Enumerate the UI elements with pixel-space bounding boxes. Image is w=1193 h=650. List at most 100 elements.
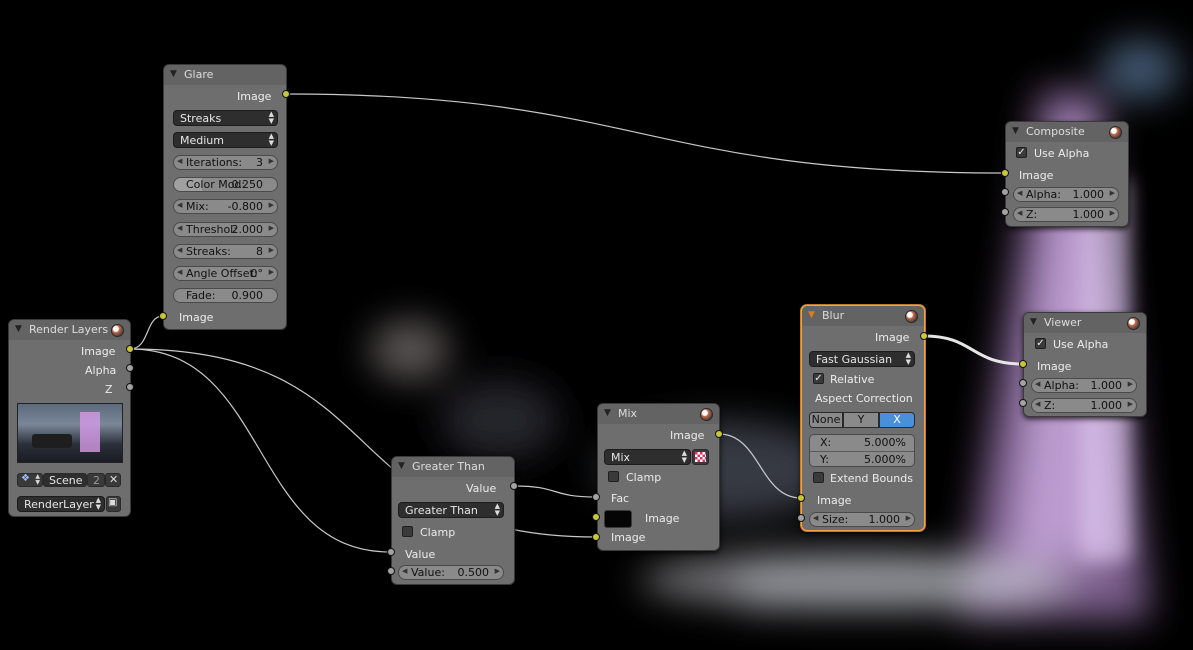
- composite-node[interactable]: ▼ Composite ✓ Use Alpha Image ◀ Alpha: 1…: [1005, 121, 1129, 227]
- blur-size-field[interactable]: ◀ Size: 1.000 ▶: [809, 512, 915, 527]
- collapse-triangle-icon[interactable]: ▼: [808, 310, 815, 320]
- viewer-node-header[interactable]: ▼ Viewer: [1024, 313, 1146, 333]
- relative-checkbox[interactable]: ✓: [813, 373, 824, 384]
- blur-size-socket[interactable]: [797, 514, 805, 522]
- collapse-triangle-icon[interactable]: ▼: [604, 408, 611, 418]
- mix-image2-socket[interactable]: [592, 533, 600, 541]
- greater-value2-socket[interactable]: [387, 567, 395, 575]
- viewer-z-socket[interactable]: [1019, 399, 1027, 407]
- alpha-field[interactable]: ◀ Alpha: 1.000 ▶: [1031, 378, 1137, 393]
- arrow-left-icon[interactable]: ◀: [177, 224, 182, 232]
- viewer-node[interactable]: ▼ Viewer ✓ Use Alpha Image ◀ Alpha: 1.00…: [1023, 312, 1147, 417]
- render-image-socket[interactable]: [126, 345, 134, 353]
- fade-slider[interactable]: Fade: 0.900: [173, 288, 278, 303]
- composite-image-socket[interactable]: [1001, 169, 1009, 177]
- blend-mode-select[interactable]: Mix ▲ ▼: [604, 449, 691, 465]
- blur-node-header[interactable]: ▼ Blur: [802, 306, 924, 326]
- clamp-checkbox[interactable]: [402, 526, 413, 537]
- greater-value-socket[interactable]: [387, 548, 395, 556]
- glare-quality-select[interactable]: Medium ▲ ▼: [173, 132, 278, 148]
- streaks-field[interactable]: ◀ Streaks: 8 ▶: [173, 244, 278, 259]
- glare-input-socket[interactable]: [159, 312, 167, 320]
- arrow-right-icon[interactable]: ▶: [1128, 380, 1133, 388]
- arrow-left-icon[interactable]: ◀: [1035, 380, 1040, 388]
- blur-filter-select[interactable]: Fast Gaussian ▲ ▼: [809, 351, 915, 367]
- render-z-socket[interactable]: [126, 383, 134, 391]
- render-icon[interactable]: [111, 324, 124, 337]
- arrow-left-icon[interactable]: ◀: [1017, 189, 1022, 197]
- arrow-right-icon[interactable]: ▶: [269, 157, 274, 165]
- greater-output-socket[interactable]: [510, 482, 518, 490]
- render-icon[interactable]: [700, 408, 713, 421]
- arrow-right-icon[interactable]: ▶: [1128, 400, 1133, 408]
- composite-z-socket[interactable]: [1001, 208, 1009, 216]
- render-layers-node-header[interactable]: ▼ Render Layers: [9, 320, 130, 340]
- arrow-right-icon[interactable]: ▶: [1110, 209, 1115, 217]
- render-alpha-socket[interactable]: [126, 364, 134, 372]
- arrow-right-icon[interactable]: ▶: [906, 514, 911, 522]
- viewer-alpha-socket[interactable]: [1019, 379, 1027, 387]
- collapse-triangle-icon[interactable]: ▼: [15, 324, 22, 334]
- mix-field[interactable]: ◀ Mix: -0.800 ▶: [173, 199, 278, 214]
- iterations-field[interactable]: ◀ Iterations: 3 ▶: [173, 155, 278, 170]
- blur-node[interactable]: ▼ Blur Image Fast Gaussian ▲ ▼ ✓ Relative…: [801, 305, 925, 531]
- arrow-right-icon[interactable]: ▶: [269, 268, 274, 276]
- aspect-none-button[interactable]: None: [809, 412, 843, 428]
- scene-browse-button[interactable]: ❖ ▲ ▼: [17, 473, 43, 487]
- viewer-image-socket[interactable]: [1019, 360, 1027, 368]
- mix-image1-socket[interactable]: [592, 513, 600, 521]
- glare-node-header[interactable]: ▼ Glare: [164, 65, 286, 85]
- arrow-left-icon[interactable]: ◀: [177, 201, 182, 209]
- glare-output-socket[interactable]: [282, 90, 290, 98]
- arrow-left-icon[interactable]: ◀: [402, 567, 407, 575]
- math-operation-select[interactable]: Greater Than ▲ ▼: [398, 502, 504, 518]
- size-y-field[interactable]: Y: 5.000%: [810, 451, 914, 468]
- image-color-swatch[interactable]: [604, 510, 632, 528]
- render-layers-node[interactable]: ▼ Render Layers Image Alpha Z ❖ ▲ ▼ Scene…: [8, 319, 131, 517]
- arrow-right-icon[interactable]: ▶: [269, 246, 274, 254]
- render-layer-select[interactable]: RenderLayer ▲ ▼: [17, 496, 105, 512]
- alpha-field[interactable]: ◀ Alpha: 1.000 ▶: [1013, 187, 1119, 202]
- arrow-right-icon[interactable]: ▶: [269, 224, 274, 232]
- composite-alpha-socket[interactable]: [1001, 188, 1009, 196]
- arrow-left-icon[interactable]: ◀: [177, 268, 182, 276]
- arrow-left-icon[interactable]: ◀: [177, 157, 182, 165]
- render-icon[interactable]: [1109, 126, 1122, 139]
- arrow-right-icon[interactable]: ▶: [1110, 189, 1115, 197]
- aspect-y-button[interactable]: Y: [843, 412, 879, 428]
- z-field[interactable]: ◀ Z: 1.000 ▶: [1031, 398, 1137, 413]
- arrow-right-icon[interactable]: ▶: [269, 201, 274, 209]
- composite-node-header[interactable]: ▼ Composite: [1006, 122, 1128, 142]
- render-icon[interactable]: [905, 310, 918, 323]
- size-xy-fields[interactable]: X: 5.000% Y: 5.000%: [809, 434, 915, 467]
- scene-unlink-button[interactable]: ✕: [105, 473, 121, 487]
- arrow-right-icon[interactable]: ▶: [495, 567, 500, 575]
- extend-bounds-checkbox[interactable]: [813, 472, 824, 483]
- angle-offset-field[interactable]: ◀ Angle Offset: 0° ▶: [173, 266, 278, 281]
- aspect-x-button[interactable]: X: [879, 412, 915, 428]
- blur-output-socket[interactable]: [920, 332, 928, 340]
- scene-name-field[interactable]: Scene: [43, 473, 87, 487]
- use-alpha-toggle[interactable]: [692, 449, 709, 465]
- arrow-left-icon[interactable]: ◀: [813, 514, 818, 522]
- render-layer-button[interactable]: ▣: [106, 496, 121, 512]
- value-field[interactable]: ◀ Value: 0.500 ▶: [398, 565, 504, 580]
- arrow-left-icon[interactable]: ◀: [177, 246, 182, 254]
- clamp-checkbox[interactable]: [608, 471, 619, 482]
- color-mod-slider[interactable]: Color Mod: 0.250: [173, 177, 278, 192]
- mix-node-header[interactable]: ▼ Mix: [598, 404, 719, 424]
- blur-image-socket[interactable]: [797, 494, 805, 502]
- collapse-triangle-icon[interactable]: ▼: [398, 461, 405, 471]
- scene-users-count[interactable]: 2: [87, 473, 105, 487]
- greater-than-node[interactable]: ▼ Greater Than Value Greater Than ▲ ▼ Cla…: [391, 456, 515, 585]
- size-x-field[interactable]: X: 5.000%: [810, 435, 914, 451]
- mix-fac-socket[interactable]: [592, 493, 600, 501]
- threshold-field[interactable]: ◀ Threshol: 2.000 ▶: [173, 222, 278, 237]
- z-field[interactable]: ◀ Z: 1.000 ▶: [1013, 207, 1119, 222]
- render-icon[interactable]: [1127, 317, 1140, 330]
- use-alpha-checkbox[interactable]: ✓: [1016, 147, 1027, 158]
- mix-node[interactable]: ▼ Mix Image Mix ▲ ▼ Clamp Fac Image Image: [597, 403, 720, 551]
- glare-node[interactable]: ▼ Glare Image Streaks ▲ ▼ Medium ▲ ▼ ◀ Ite…: [163, 64, 287, 330]
- collapse-triangle-icon[interactable]: ▼: [1012, 126, 1019, 136]
- glare-type-select[interactable]: Streaks ▲ ▼: [173, 110, 278, 126]
